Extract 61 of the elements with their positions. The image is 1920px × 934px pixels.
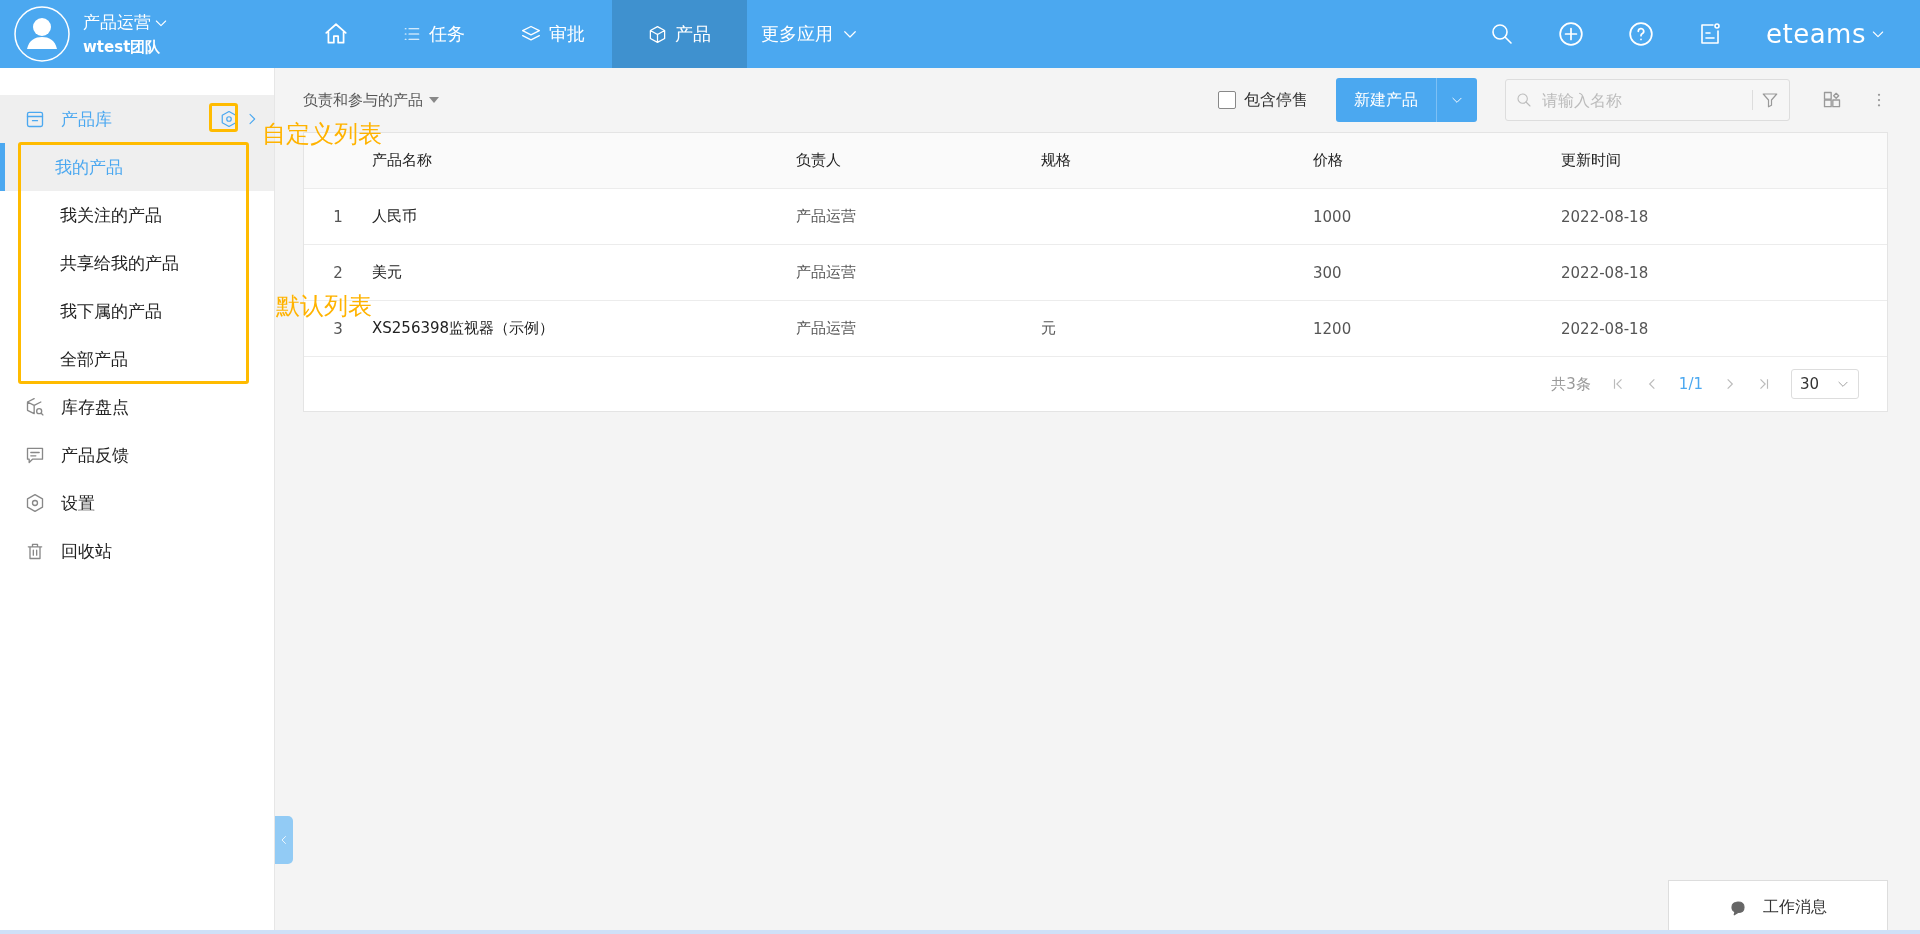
table-cell-text: 2022-08-18 [1561,319,1650,338]
sidebar-item[interactable]: 共享给我的产品 [0,239,274,287]
page-size-select[interactable]: 30 [1791,369,1859,399]
checkbox-label: 包含停售 [1244,89,1308,111]
list-icon [403,25,421,43]
column-header: 价格 [1313,151,1344,170]
add-icon[interactable] [1558,21,1584,47]
table-cell-text: 2022-08-18 [1561,263,1650,282]
table-cell-text: 1 [332,207,344,226]
table-cell-text: 元 [1041,319,1057,338]
help-icon[interactable] [1628,21,1654,47]
search-icon [1516,92,1532,108]
table-cell-text: 300 [1313,263,1343,282]
layout-icon[interactable] [1822,90,1842,110]
chat-bubble-icon [1729,898,1747,917]
table-cell-text: 2022-08-18 [1561,207,1650,226]
table-cell-text: 产品运营 [796,263,857,282]
search-icon[interactable] [1490,22,1514,46]
message-icon [25,445,45,465]
table-cell-text: 人民币 [372,207,418,226]
column-header: 更新时间 [1561,151,1622,170]
scope-dropdown[interactable]: 负责和参与的产品 [303,90,439,110]
page-indicator: 1/1 [1678,375,1703,393]
sidebar-item[interactable]: 库存盘点 [0,383,274,431]
table-cell-text: 3 [332,319,344,338]
sidebar-item[interactable]: 产品反馈 [0,431,274,479]
table-cell-text: 产品运营 [796,207,857,226]
table-cell-text: 1000 [1313,207,1353,226]
avatar[interactable] [13,5,71,63]
settings-icon[interactable] [220,110,238,128]
checkbox[interactable] [1218,91,1236,109]
column-header: 负责人 [796,151,842,170]
sidebar-item[interactable]: 设置 [0,479,274,527]
settings-icon [25,493,45,513]
column-header: 规格 [1041,151,1072,170]
total-count: 共3条 [1551,374,1591,394]
search-field[interactable]: 请输入名称 [1540,89,1744,111]
filter-icon[interactable] [1761,91,1779,109]
collapse-handle[interactable] [275,816,293,864]
sidebar-item[interactable]: 我下属的产品 [0,287,274,335]
team-name: wtest团队 [83,38,162,57]
box-search-icon [25,397,45,417]
cube-icon [648,24,667,44]
last-page-icon[interactable] [1757,377,1771,391]
annotation-label: 默认列表 [276,291,372,322]
table-cell-text: 1200 [1313,319,1353,338]
search-bar[interactable]: 请输入名称 [1505,79,1790,121]
sidebar-item[interactable]: 我关注的产品 [0,191,274,239]
table-cell-text: XS256398监视器（示例） [372,319,556,338]
trash-icon [25,541,45,561]
highlight-frame [209,103,238,132]
home-icon [323,21,349,47]
column-header: 产品名称 [372,151,433,170]
note-icon[interactable] [1698,22,1722,46]
archive-icon [25,109,45,129]
table-cell-text: 2 [332,263,344,282]
table-cell-text: 美元 [372,263,403,282]
sidebar-item[interactable]: 回收站 [0,527,274,575]
sidebar-item[interactable]: 全部产品 [0,335,274,383]
table-cell-text: 产品运营 [796,319,857,338]
caret-icon [429,96,439,104]
